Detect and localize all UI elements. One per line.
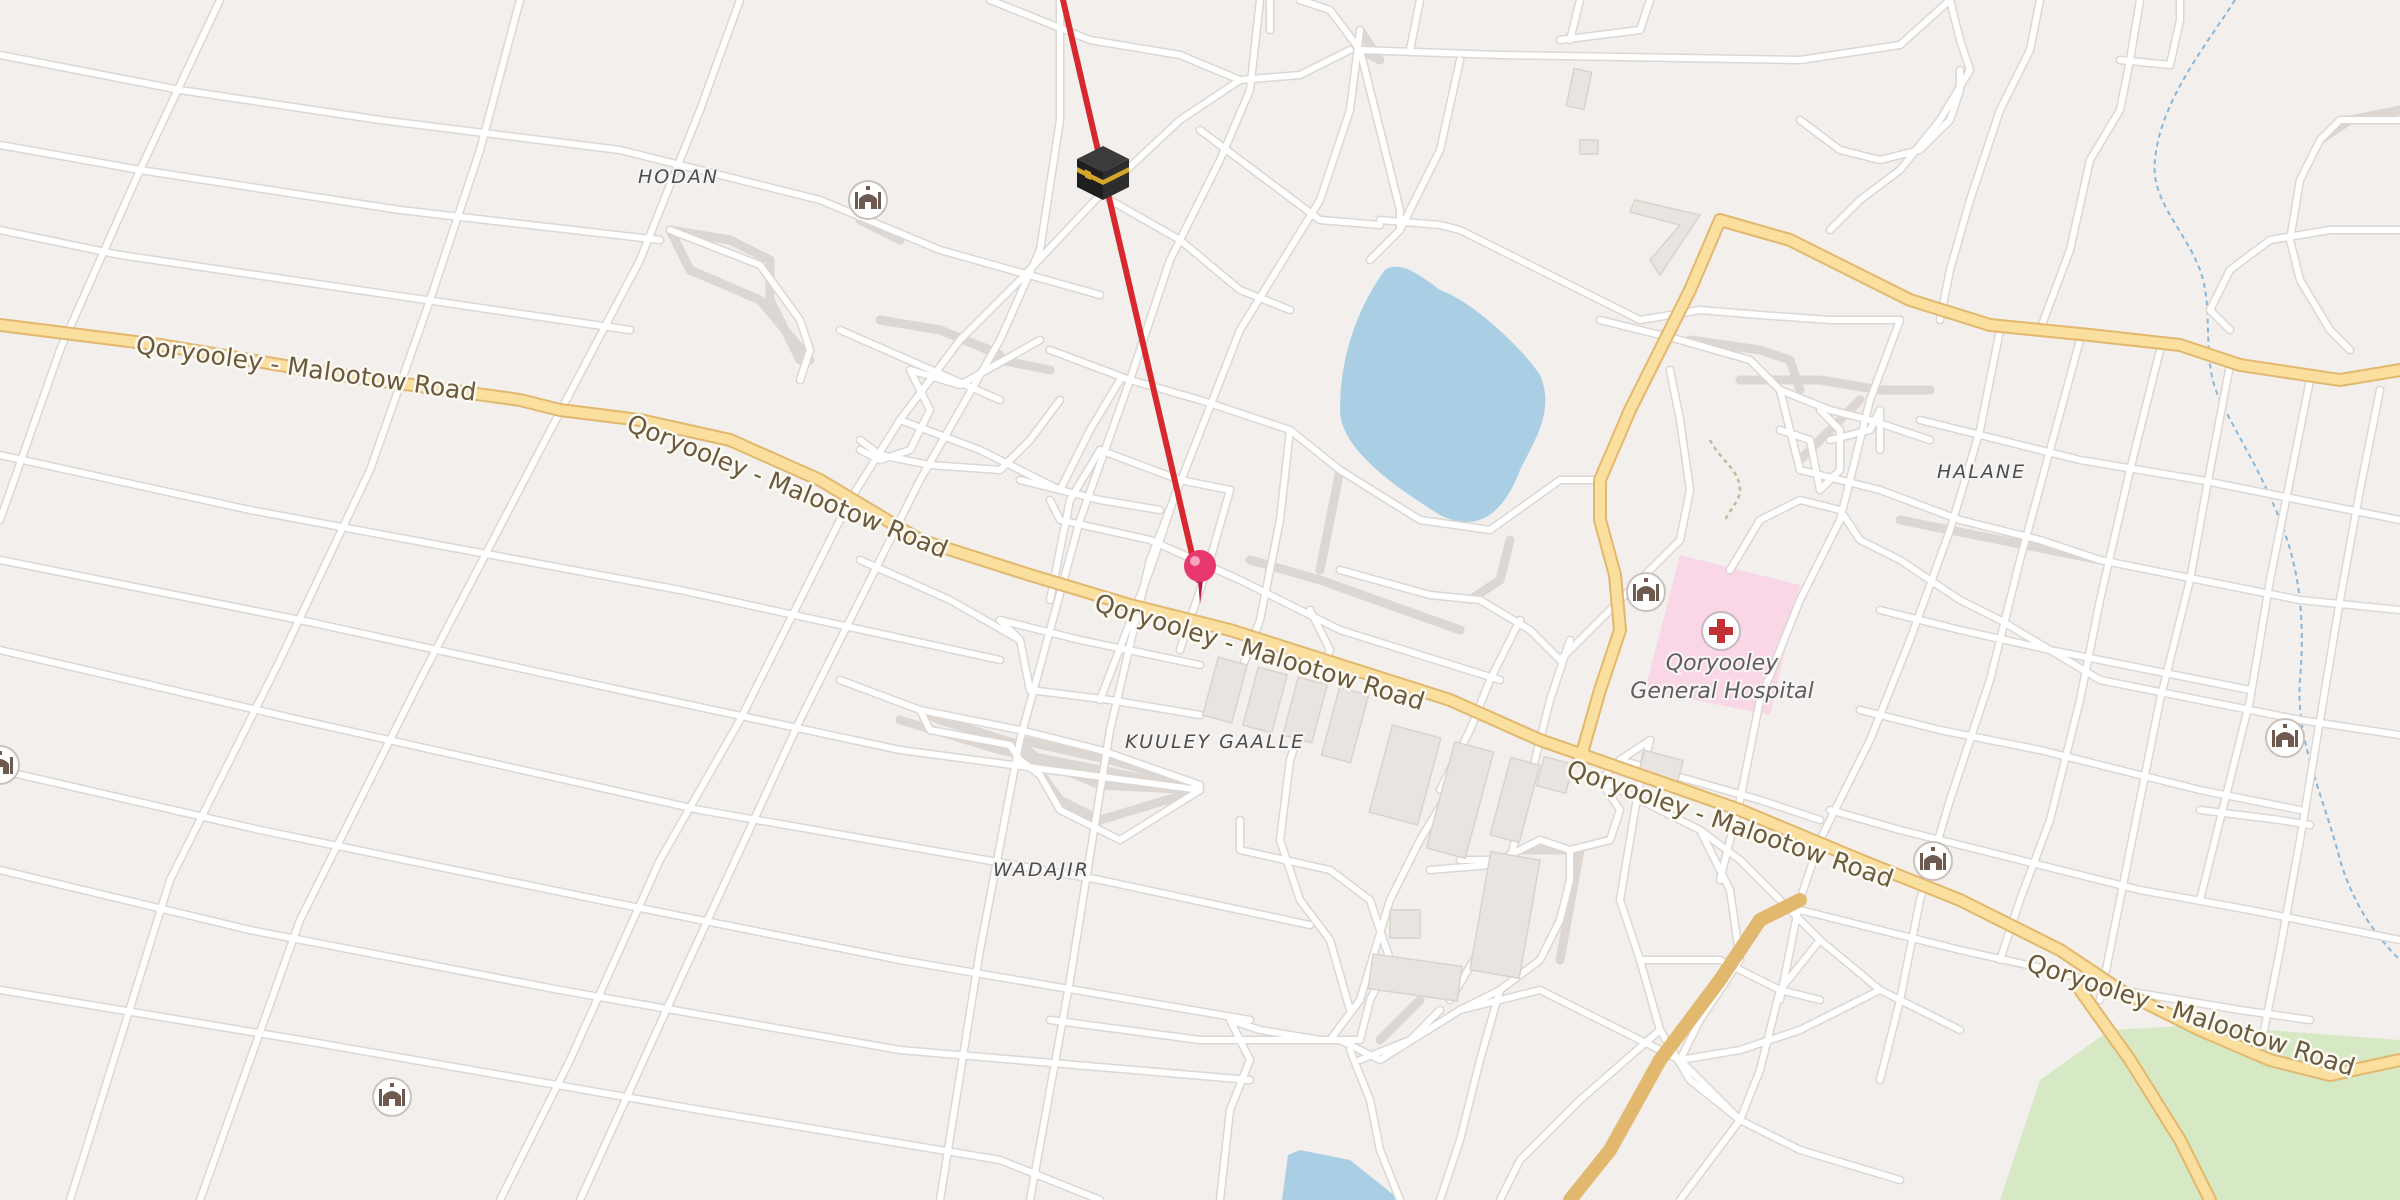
hospital-marker[interactable] bbox=[1701, 611, 1741, 651]
district-label-kuuley-gaalle: KUULEY GAALLE bbox=[1125, 731, 1305, 753]
mosque-icon[interactable] bbox=[1913, 841, 1953, 881]
hospital-label-line2: General Hospital bbox=[1630, 679, 1813, 704]
district-label-hodan: HODAN bbox=[638, 166, 719, 188]
mosque-icon[interactable] bbox=[848, 180, 888, 220]
map-canvas[interactable]: Qoryooley - Malootow Road Qoryooley - Ma… bbox=[0, 0, 2400, 1200]
mosque-icon[interactable] bbox=[1626, 572, 1666, 612]
district-label-wadajir: WADAJIR bbox=[993, 859, 1090, 881]
hospital-label-line1: Qoryooley bbox=[1666, 651, 1779, 676]
district-label-halane: HALANE bbox=[1937, 461, 2026, 483]
mosque-icon[interactable] bbox=[2265, 718, 2305, 758]
mosque-icon[interactable] bbox=[372, 1077, 412, 1117]
